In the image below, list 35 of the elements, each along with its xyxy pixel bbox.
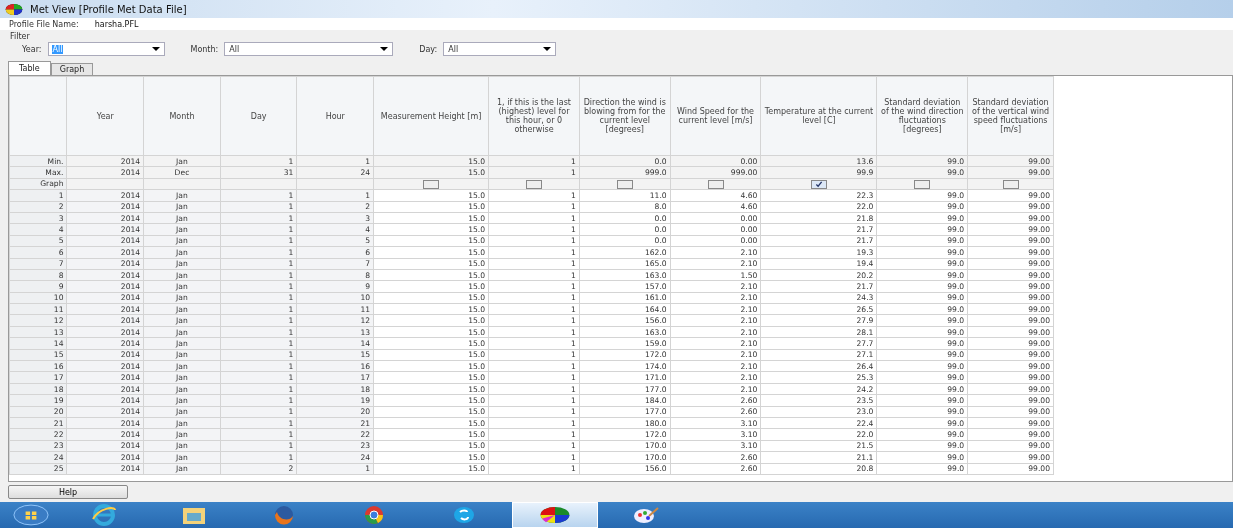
graph-checkbox[interactable] — [1002, 179, 1019, 189]
profile-file-label: Profile File Name: — [9, 19, 79, 29]
taskbar-icon[interactable] — [512, 502, 598, 528]
column-header[interactable]: Hour — [296, 76, 374, 156]
column-header[interactable]: Standard deviation of the wind direction fluctuations [degrees] — [876, 76, 968, 156]
column-header[interactable]: Measurement Height [m] — [373, 76, 489, 156]
column-header[interactable]: Wind Speed for the current level [m/s] — [670, 76, 761, 156]
caret-icon — [543, 47, 552, 51]
column-header[interactable]: Day — [220, 76, 297, 156]
filter-dropdown[interactable]: All — [443, 42, 557, 56]
graph-checkbox[interactable] — [914, 179, 931, 189]
window-title: Met View [Profile Met Data File] — [30, 3, 187, 15]
graph-checkbox[interactable] — [707, 179, 724, 189]
filter-dropdown[interactable]: All — [224, 42, 394, 56]
profile-file-name: harsha.PFL — [94, 19, 139, 29]
tab[interactable]: Table — [8, 61, 51, 75]
column-header[interactable]: Direction the wind is blowing from for the current level [degrees] — [579, 76, 671, 156]
graph-checkbox[interactable] — [526, 179, 542, 189]
graph-checkbox[interactable] — [616, 179, 633, 189]
filter-label: Filter — [10, 32, 31, 41]
column-header[interactable]: Month — [143, 76, 221, 156]
caret-icon — [380, 47, 389, 51]
column-header[interactable]: Year — [67, 76, 144, 156]
column-header[interactable]: 1, if this is the last (highest) level for this hour, or 0 otherwise — [488, 76, 580, 156]
graph-checkbox[interactable] — [423, 179, 440, 189]
filter-label: Month: — [190, 44, 219, 54]
color-wheel-icon — [4, 2, 24, 16]
filter-label: Day: — [419, 44, 438, 54]
caret-icon — [151, 47, 160, 51]
column-header[interactable]: Temperature at the current level [C] — [760, 76, 877, 156]
column-header[interactable]: Standard deviation of the vertical wind speed fluctuations [m/s] — [967, 76, 1054, 156]
filter-label: Year: — [22, 44, 42, 54]
graph-checkbox[interactable] — [810, 179, 827, 189]
help-button[interactable]: Help — [8, 485, 128, 499]
tab[interactable]: Graph — [50, 63, 94, 75]
